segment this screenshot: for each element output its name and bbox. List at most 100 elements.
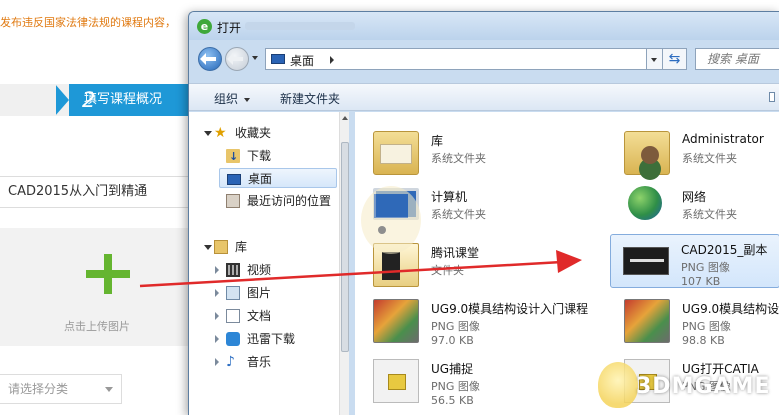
plus-icon[interactable] <box>86 254 130 298</box>
expand-toggle-icon[interactable] <box>215 335 219 343</box>
libraries-icon <box>214 240 228 254</box>
file-type: 系统文件夹 <box>431 152 486 165</box>
music-note-icon: ♪ <box>226 354 235 370</box>
browser-app-icon: e <box>197 19 212 34</box>
file-name: 网络 <box>682 190 707 204</box>
organize-label: 组织 <box>214 92 239 106</box>
desktop-icon <box>227 174 241 185</box>
file-type: PNG 图像 <box>682 320 731 333</box>
collapse-toggle-icon[interactable] <box>204 245 212 250</box>
forward-button[interactable] <box>225 47 249 71</box>
downloads-folder-icon <box>226 147 240 167</box>
back-button[interactable] <box>198 47 222 71</box>
view-options-button[interactable] <box>769 92 775 102</box>
nav-label: 收藏夹 <box>235 126 272 140</box>
back-arrow-icon <box>200 53 216 65</box>
png-thumbnail <box>623 247 669 275</box>
address-dropdown-button[interactable] <box>647 48 663 70</box>
nav-label: 下载 <box>247 149 272 163</box>
address-bar[interactable]: 桌面 <box>265 48 647 70</box>
nav-xunlei-downloads[interactable]: 迅雷下载 <box>215 329 333 349</box>
scroll-thumb[interactable] <box>341 142 349 352</box>
file-item[interactable]: 腾讯课堂 文件夹 <box>361 238 561 292</box>
file-item[interactable]: UG捕捉 PNG 图像 56.5 KB <box>361 354 561 408</box>
recent-locations-dropdown[interactable] <box>252 56 258 60</box>
expand-toggle-icon[interactable] <box>215 358 219 366</box>
file-name: UG9.0模具结构设计入门课程 <box>431 302 589 316</box>
scroll-up-icon[interactable] <box>342 116 348 120</box>
nav-recent-places[interactable]: 最近访问的位置 <box>223 191 339 211</box>
collapse-toggle-icon[interactable] <box>204 131 212 136</box>
file-item[interactable]: UG9.0模具结构设计 PNG 图像 98.8 KB <box>612 294 779 348</box>
file-size: 56.5 KB <box>431 394 474 407</box>
libraries-folder-icon <box>373 131 419 175</box>
video-library-icon <box>226 263 240 277</box>
file-type: PNG 图像 <box>681 261 730 274</box>
course-title-input[interactable]: CAD2015从入门到精通 <box>0 176 200 208</box>
step-label: 填写课程概况 <box>84 92 163 107</box>
forward-arrow-icon <box>227 53 243 65</box>
chevron-down-icon <box>244 97 251 102</box>
nav-libraries[interactable]: 库 <box>204 237 335 257</box>
new-folder-button[interactable]: 新建文件夹 <box>280 90 340 107</box>
refresh-button[interactable]: ⇆ <box>663 48 687 70</box>
network-icon <box>628 186 662 220</box>
nav-videos[interactable]: 视频 <box>215 260 333 280</box>
address-row: 桌面 ⇆ 搜索 桌面 <box>189 44 779 74</box>
folder-icon <box>373 243 419 287</box>
file-name: UG打开CATIA <box>682 362 759 376</box>
open-file-dialog: e 打开 桌面 ⇆ 搜索 桌面 组织 新建文件夹 ★ 收藏夹 下载 <box>188 11 779 415</box>
dialog-titlebar[interactable]: e 打开 <box>189 12 779 40</box>
file-item[interactable]: Administrator 系统文件夹 <box>612 126 779 180</box>
file-name: UG9.0模具结构设计 <box>682 302 779 316</box>
file-size: 97.0 KB <box>431 334 474 347</box>
file-name: 腾讯课堂 <box>431 246 480 260</box>
expand-toggle-icon[interactable] <box>215 289 219 297</box>
file-item[interactable]: 计算机 系统文件夹 <box>361 182 561 236</box>
upload-notice-text: 发布违反国家法律法规的课程内容， <box>0 16 176 29</box>
expand-toggle-icon[interactable] <box>215 312 219 320</box>
star-icon: ★ <box>214 125 227 141</box>
file-name: Administrator <box>682 132 764 146</box>
file-name: 计算机 <box>431 190 468 204</box>
nav-music[interactable]: ♪ 音乐 <box>215 352 333 372</box>
nav-documents[interactable]: 文档 <box>215 306 333 326</box>
file-item[interactable]: UG打开CATIA PNG 图像 <box>612 354 779 408</box>
png-thumbnail <box>373 299 419 343</box>
document-library-icon <box>226 309 240 323</box>
search-input[interactable]: 搜索 桌面 <box>695 48 779 70</box>
file-item-selected[interactable]: CAD2015_副本 PNG 图像 107 KB <box>610 234 779 288</box>
expand-toggle-icon[interactable] <box>215 266 219 274</box>
file-item[interactable]: UG9.0模具结构设计入门课程 PNG 图像 97.0 KB <box>361 294 611 348</box>
blurred-title-region <box>245 22 355 30</box>
chevron-down-icon <box>105 387 113 392</box>
file-name: UG捕捉 <box>431 362 474 376</box>
nav-label: 视频 <box>247 263 272 277</box>
file-type: 文件夹 <box>431 264 464 277</box>
upload-image-label: 点击上传图片 <box>64 320 130 333</box>
nav-label: 最近访问的位置 <box>247 194 332 208</box>
file-name: 库 <box>431 134 444 148</box>
file-type: 系统文件夹 <box>431 208 486 221</box>
png-thumbnail <box>373 359 419 403</box>
navigation-scrollbar[interactable] <box>339 112 349 415</box>
nav-downloads[interactable]: 下载 <box>223 146 333 167</box>
picture-library-icon <box>226 286 240 300</box>
file-type: 系统文件夹 <box>682 152 737 165</box>
nav-desktop[interactable]: 桌面 <box>219 168 337 188</box>
file-item[interactable]: 网络 系统文件夹 <box>612 182 779 236</box>
nav-label: 图片 <box>247 286 272 300</box>
organize-button[interactable]: 组织 <box>214 90 251 107</box>
dialog-title: 打开 <box>217 21 242 35</box>
nav-favorites[interactable]: ★ 收藏夹 <box>204 123 335 143</box>
file-type: 系统文件夹 <box>682 208 737 221</box>
dialog-toolbar: 组织 新建文件夹 <box>189 83 779 111</box>
desktop-icon <box>271 54 285 64</box>
breadcrumb-chevron-icon[interactable] <box>330 56 334 64</box>
nav-pictures[interactable]: 图片 <box>215 283 333 303</box>
file-item[interactable]: 库 系统文件夹 <box>361 126 561 180</box>
step-2-tab[interactable]: 2 填写课程概况 <box>55 84 206 116</box>
nav-label: 文档 <box>247 309 272 323</box>
breadcrumb-desktop[interactable]: 桌面 <box>290 52 314 69</box>
category-select[interactable]: 请选择分类 <box>0 374 122 404</box>
